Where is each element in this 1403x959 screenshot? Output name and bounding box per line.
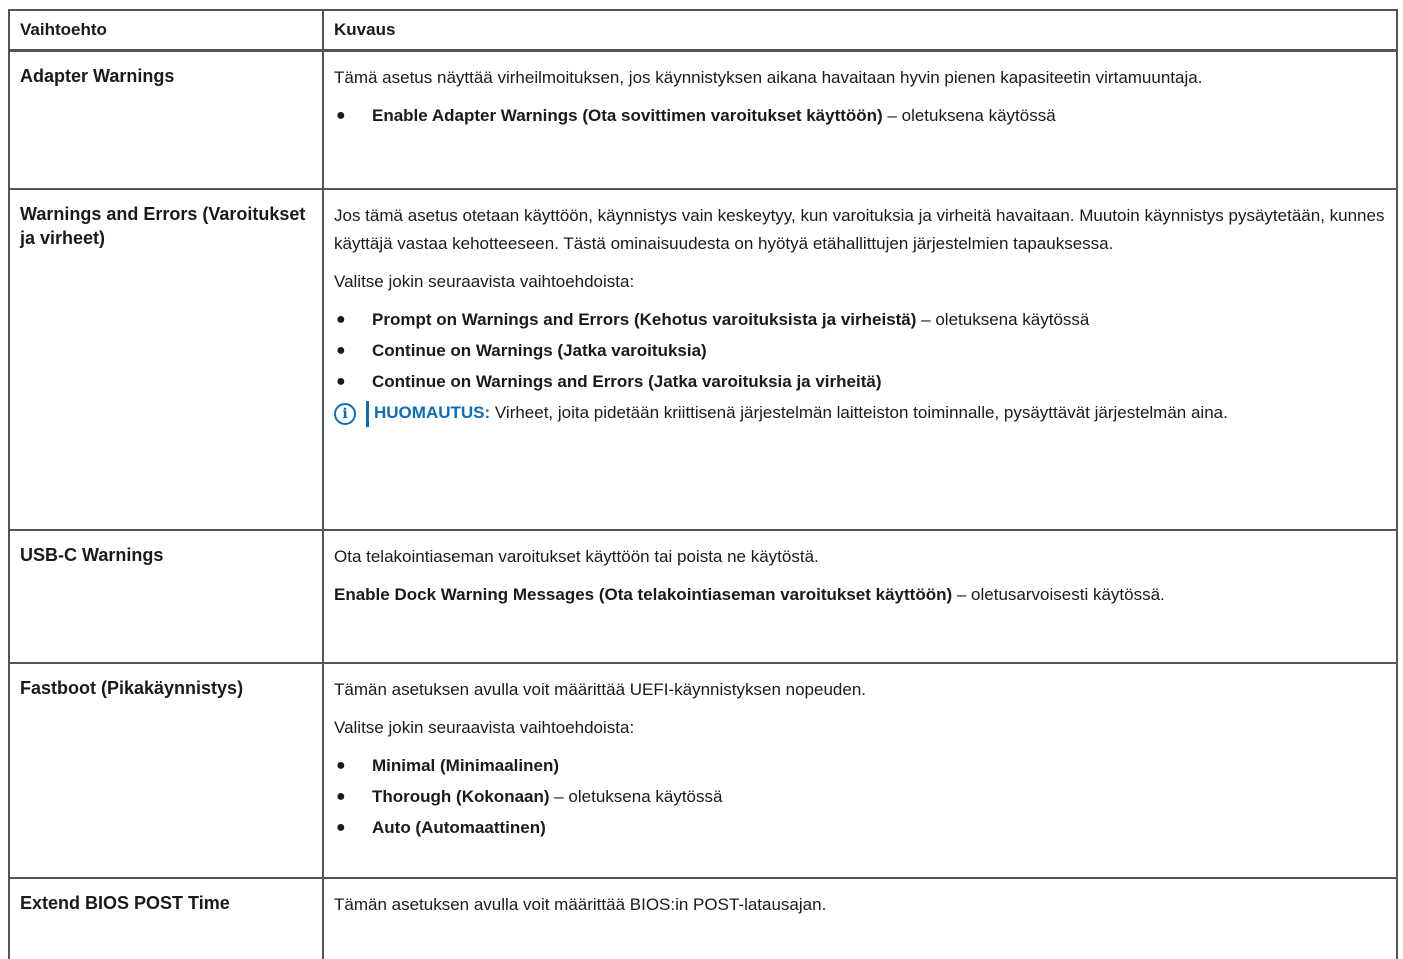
header-description: Kuvaus [322, 9, 1398, 52]
description-text: Jos tämä asetus otetaan käyttöön, käynni… [334, 206, 1385, 253]
list-item-suffix: – oletuksena käytössä [916, 310, 1090, 329]
list-item-suffix: – oletuksena käytössä [549, 787, 723, 806]
option-description: Tämän asetuksen avulla voit määrittää BI… [322, 877, 1398, 959]
list-item-label: Auto (Automaattinen) [372, 818, 546, 837]
note-divider [366, 401, 369, 427]
list-item: ● Continue on Warnings and Errors (Jatka… [334, 368, 1386, 396]
bullet-icon: ● [336, 788, 346, 805]
choose-text: Valitse jokin seuraavista vaihtoehdoista… [334, 718, 635, 737]
info-icon: i [334, 403, 356, 425]
description-text: Tämä asetus näyttää virheilmoituksen, jo… [334, 68, 1203, 87]
description-text: Tämän asetuksen avulla voit määrittää BI… [334, 895, 827, 914]
list-item: ● Prompt on Warnings and Errors (Kehotus… [334, 306, 1386, 334]
table-row: USB-C Warnings Ota telakointiaseman varo… [8, 529, 1398, 664]
list-item-label: Continue on Warnings (Jatka varoituksia) [372, 341, 707, 360]
option-name: USB-C Warnings [8, 529, 324, 664]
list-item: ● Auto (Automaattinen) [334, 814, 1386, 842]
options-table: Vaihtoehto Kuvaus Adapter Warnings Tämä … [8, 9, 1398, 959]
option-description: Jos tämä asetus otetaan käyttöön, käynni… [322, 188, 1398, 531]
bullet-icon: ● [336, 107, 346, 124]
list-item: ● Thorough (Kokonaan) – oletuksena käytö… [334, 783, 1386, 811]
bullet-icon: ● [336, 373, 346, 390]
table-row: Fastboot (Pikakäynnistys) Tämän asetukse… [8, 662, 1398, 879]
choose-text: Valitse jokin seuraavista vaihtoehdoista… [334, 272, 635, 291]
table-header-row: Vaihtoehto Kuvaus [8, 9, 1398, 52]
list-item: ● Enable Adapter Warnings (Ota sovittime… [334, 102, 1386, 130]
note-label: HUOMAUTUS: [374, 403, 491, 422]
list-item-label: Prompt on Warnings and Errors (Kehotus v… [372, 310, 917, 329]
table-row: Warnings and Errors (Varoitukset ja virh… [8, 188, 1398, 531]
detail-suffix: – oletusarvoisesti käytössä. [952, 585, 1165, 604]
list-item-label: Enable Adapter Warnings (Ota sovittimen … [372, 106, 883, 125]
option-description: Tämän asetuksen avulla voit määrittää UE… [322, 662, 1398, 879]
bullet-icon: ● [336, 757, 346, 774]
list-item-suffix: – oletuksena käytössä [882, 106, 1056, 125]
list-item: ● Continue on Warnings (Jatka varoituksi… [334, 337, 1386, 365]
note-block: i HUOMAUTUS: Virheet, joita pidetään kri… [334, 399, 1386, 427]
detail-text: Enable Dock Warning Messages (Ota telako… [334, 581, 1386, 609]
list-item-label: Thorough (Kokonaan) [372, 787, 550, 806]
list-item-label: Minimal (Minimaalinen) [372, 756, 560, 775]
bullet-icon: ● [336, 342, 346, 359]
option-description: Tämä asetus näyttää virheilmoituksen, jo… [322, 49, 1398, 190]
detail-label: Enable Dock Warning Messages (Ota telako… [334, 585, 953, 604]
description-text: Ota telakointiaseman varoitukset käyttöö… [334, 547, 819, 566]
table-row: Extend BIOS POST Time Tämän asetuksen av… [8, 877, 1398, 959]
bullet-icon: ● [336, 311, 346, 328]
table-row: Adapter Warnings Tämä asetus näyttää vir… [8, 49, 1398, 190]
note-text: Virheet, joita pidetään kriittisenä järj… [490, 403, 1228, 422]
header-option: Vaihtoehto [8, 9, 324, 52]
bullet-icon: ● [336, 819, 346, 836]
option-name: Adapter Warnings [8, 49, 324, 190]
option-name: Warnings and Errors (Varoitukset ja virh… [8, 188, 324, 531]
list-item-label: Continue on Warnings and Errors (Jatka v… [372, 372, 882, 391]
option-name: Fastboot (Pikakäynnistys) [8, 662, 324, 879]
option-description: Ota telakointiaseman varoitukset käyttöö… [322, 529, 1398, 664]
list-item: ● Minimal (Minimaalinen) [334, 752, 1386, 780]
description-text: Tämän asetuksen avulla voit määrittää UE… [334, 680, 866, 699]
option-name: Extend BIOS POST Time [8, 877, 324, 959]
